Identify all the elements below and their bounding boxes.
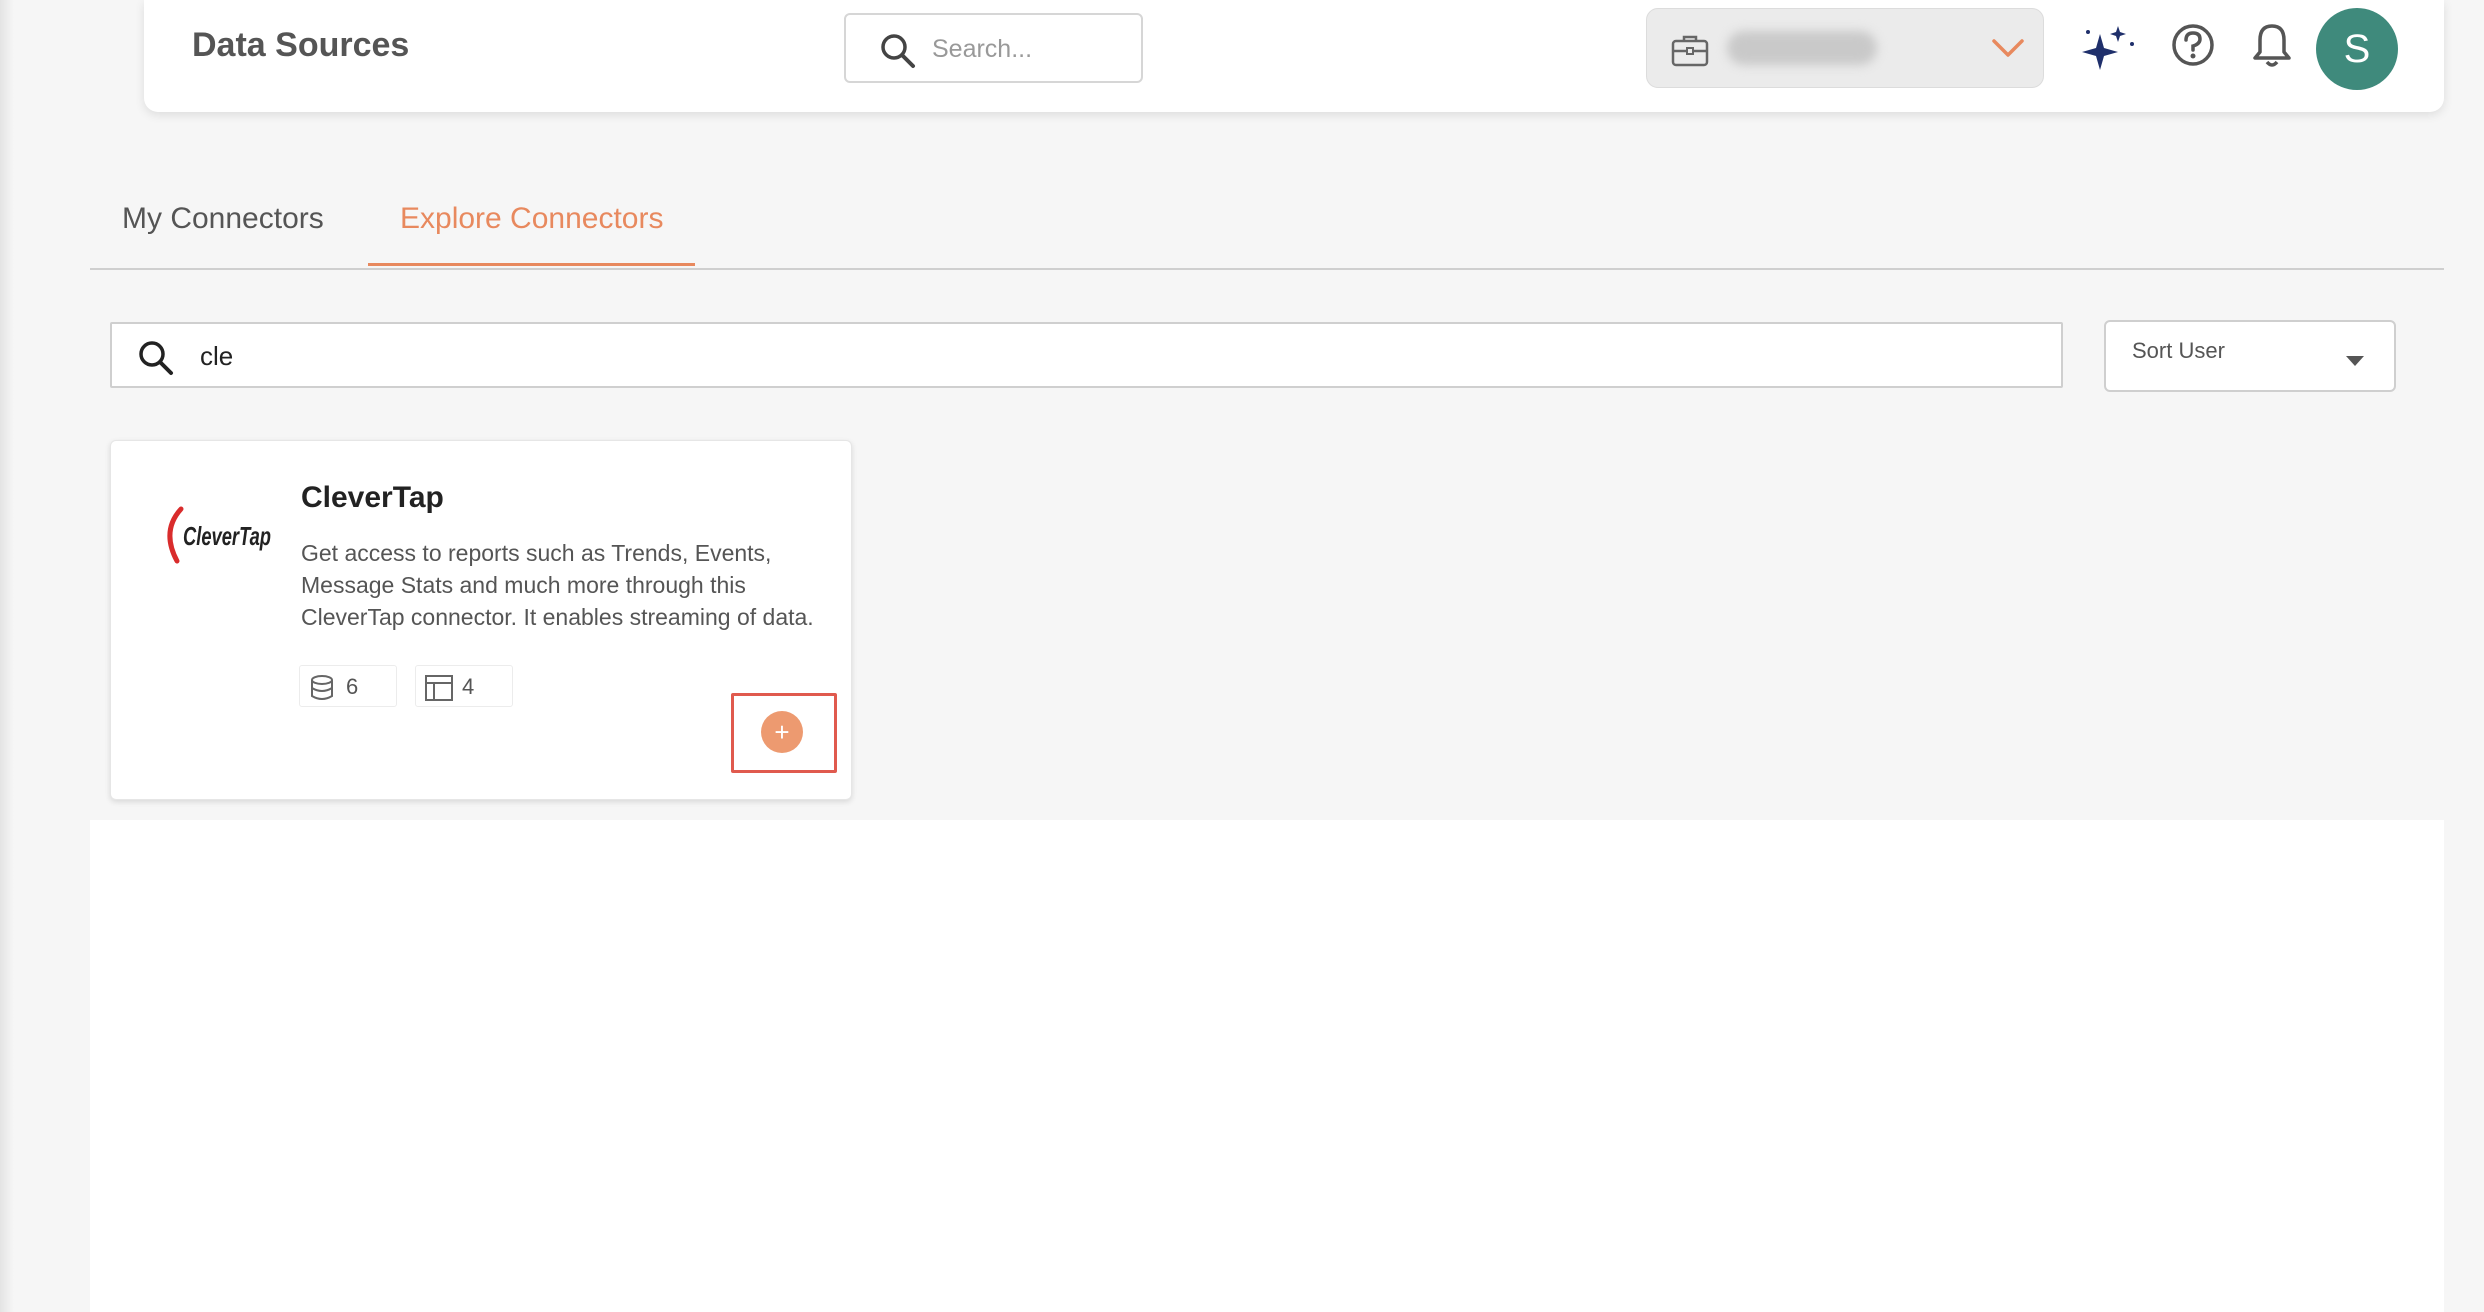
global-search[interactable] [844,13,1143,83]
user-avatar[interactable]: S [2316,8,2398,90]
tab-explore-connectors[interactable]: Explore Connectors [368,202,696,266]
database-count-value: 6 [346,674,359,699]
connector-card[interactable]: CleverTap CleverTap Get access to report… [110,440,852,800]
sort-dropdown[interactable]: Sort User [2104,320,2396,392]
help-icon[interactable] [2170,22,2216,73]
bell-icon[interactable] [2252,22,2292,73]
connector-search[interactable] [110,322,2063,388]
caret-down-icon [2346,356,2364,366]
clevertap-logo: CleverTap [155,491,275,581]
tab-my-connectors[interactable]: My Connectors [122,202,324,266]
page-title: Data Sources [192,26,410,64]
sort-label: Sort User [2132,338,2225,363]
workspace-name: Workspace [1727,31,1877,65]
svg-text:CleverTap: CleverTap [183,521,271,551]
sparkle-ai-icon[interactable] [2080,22,2136,83]
window-edge [0,0,14,1312]
table-count: 4 [415,665,513,707]
add-connector-button[interactable]: + [761,711,803,753]
connector-name: CleverTap [301,481,444,514]
chevron-down-icon [1991,37,2025,64]
content-area [90,820,2444,1312]
table-count-value: 4 [462,674,475,699]
workspace-selector[interactable]: Workspace [1646,8,2044,88]
database-icon [308,674,336,707]
connector-tabs: My Connectors Explore Connectors [90,190,2444,270]
connector-search-input[interactable] [200,338,1900,374]
tabs-divider [90,268,2444,270]
table-icon [424,674,454,707]
global-search-input[interactable] [932,31,1122,67]
briefcase-icon [1671,33,1709,72]
database-count: 6 [299,665,397,707]
connector-description: Get access to reports such as Trends, Ev… [301,540,814,630]
search-icon [878,31,918,76]
top-header: Data Sources Workspace S [144,0,2444,112]
search-icon [136,338,176,383]
